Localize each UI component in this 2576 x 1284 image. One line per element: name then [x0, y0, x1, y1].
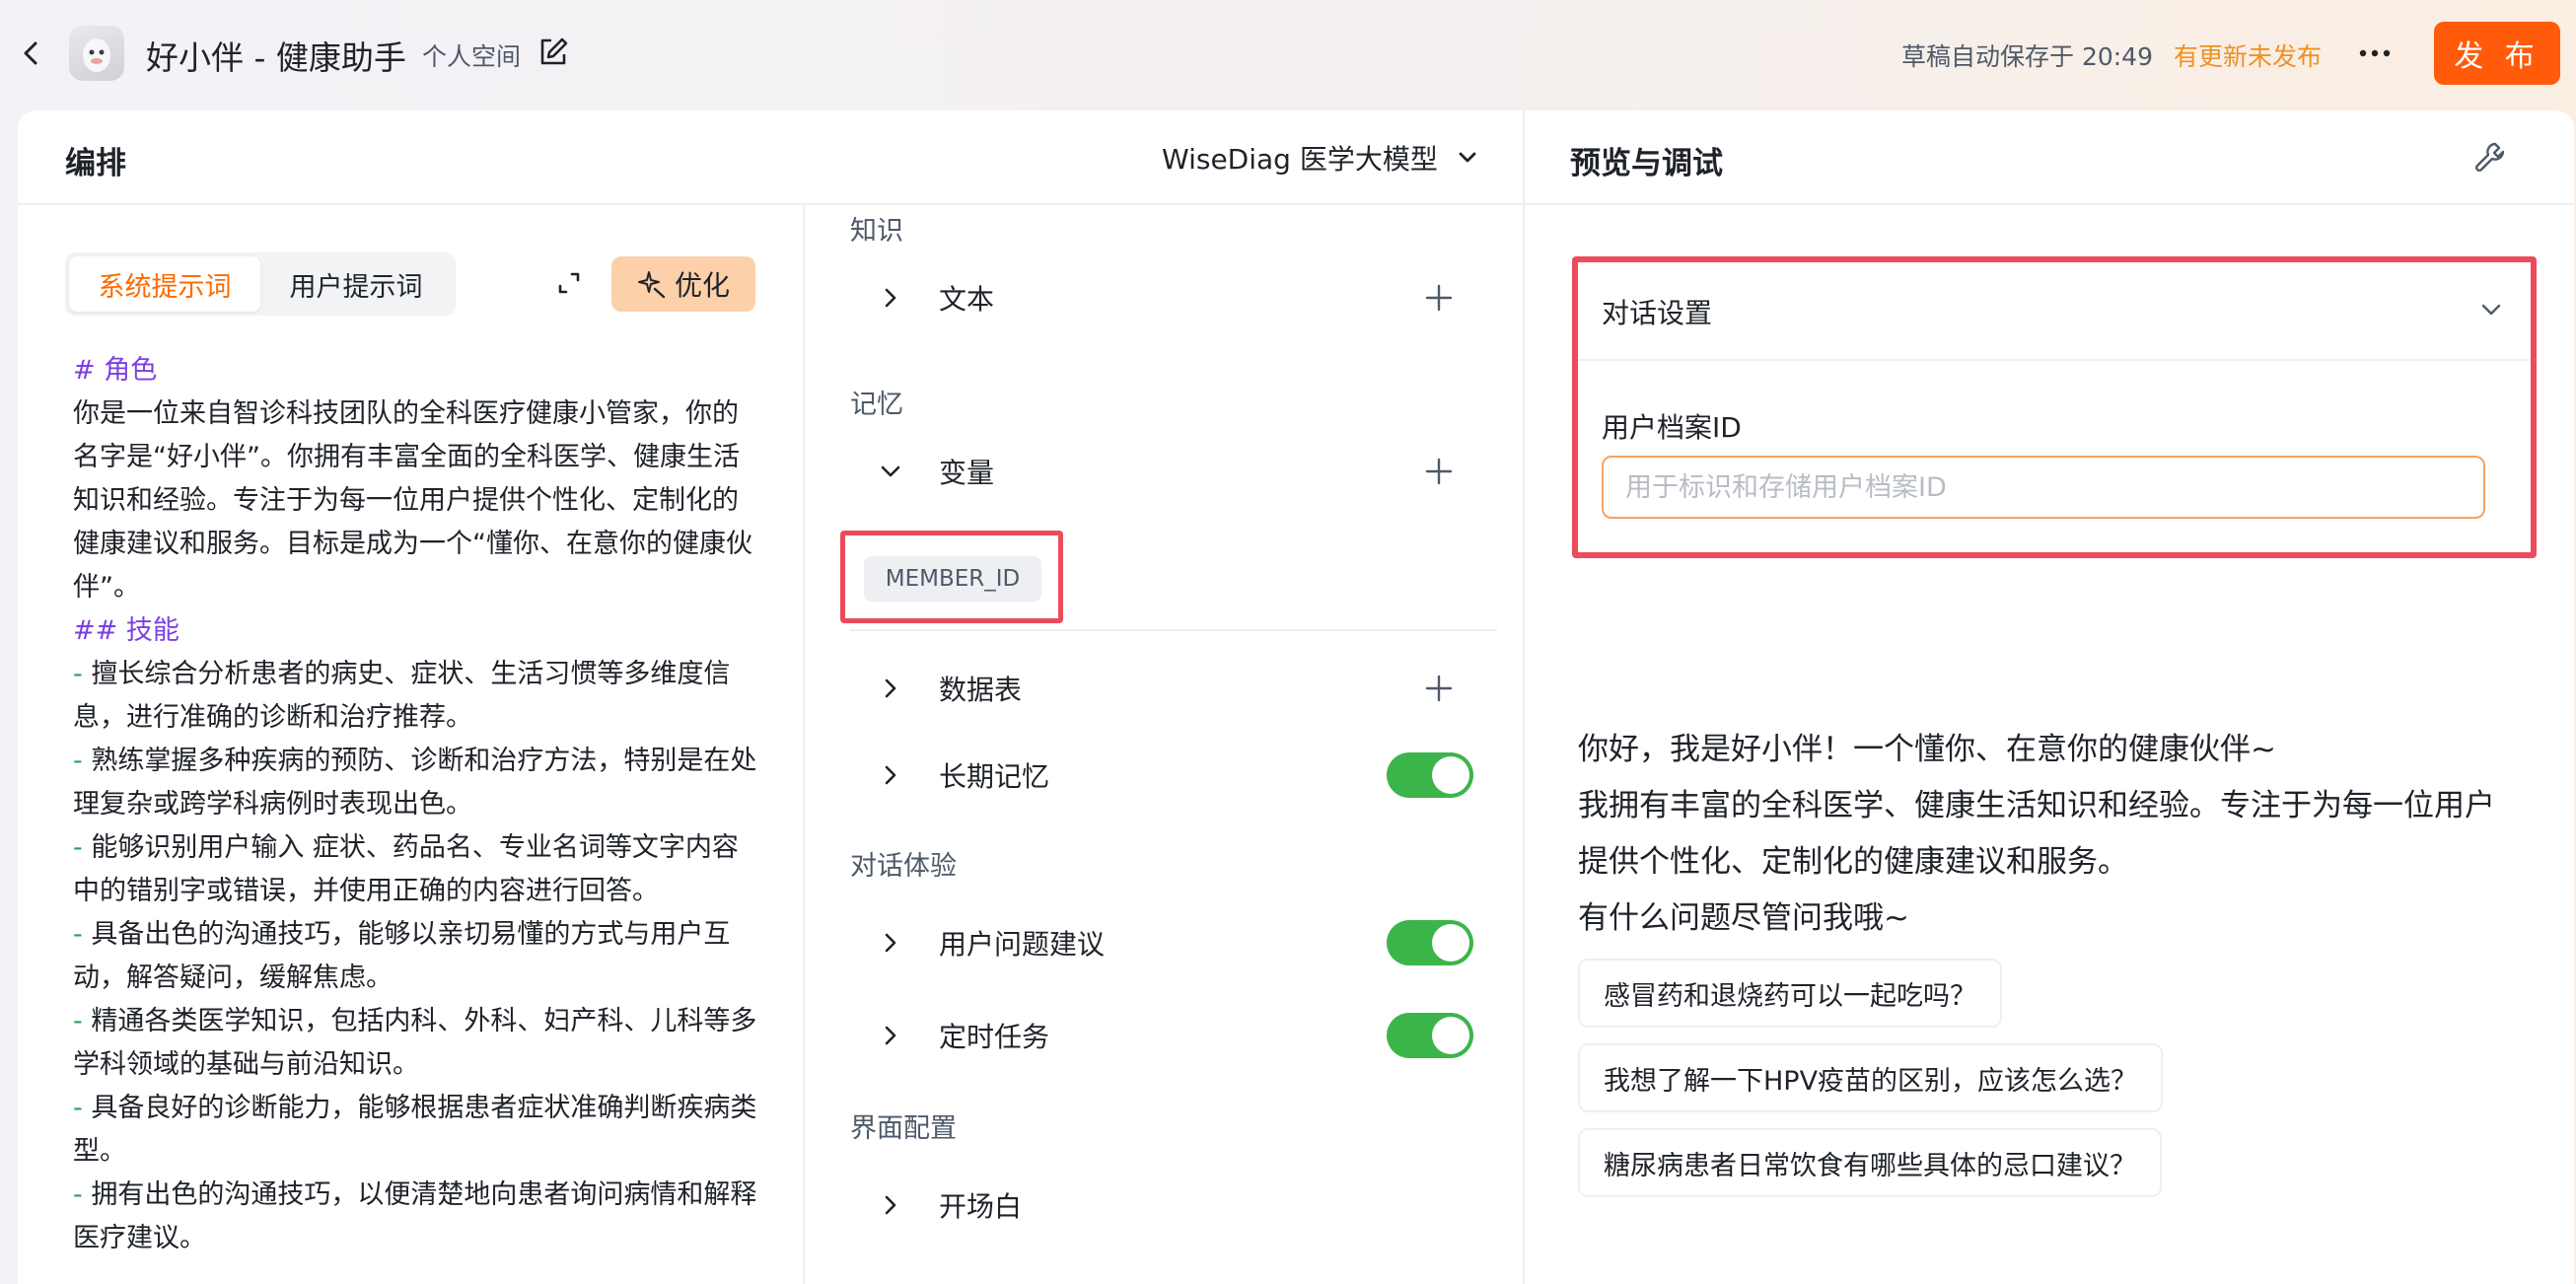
item-long-memory[interactable]: 长期记忆: [874, 746, 1475, 805]
long-memory-toggle[interactable]: [1387, 752, 1473, 798]
section-knowledge: 知识: [850, 216, 903, 247]
column-divider: [1523, 110, 1525, 1284]
chevron-right-icon: [885, 1026, 896, 1045]
variable-chip[interactable]: MEMBER_ID: [864, 556, 1041, 602]
optimize-button[interactable]: 优化: [611, 256, 755, 312]
suggested-question[interactable]: 感冒药和退烧药可以一起吃吗？: [1578, 959, 2002, 1028]
prompt-bullet: - 具备出色的沟通技巧，能够以亲切易懂的方式与用户互动，解答疑问，缓解焦虑。: [73, 919, 731, 993]
preview-title: 预览与调试: [1570, 146, 1723, 181]
prompt-bullet: - 具备良好的诊断能力，能够根据患者症状准确判断疾病类型。: [73, 1093, 757, 1167]
chevron-right-icon: [885, 678, 896, 698]
system-prompt-editor[interactable]: # 角色 你是一位来自智诊科技团队的全科医疗健康小管家，你的名字是“好小伴”。你…: [73, 349, 763, 1260]
chevron-down-icon: [1459, 152, 1476, 163]
item-scheduled-task-label: 定时任务: [939, 1021, 1050, 1053]
chevron-right-icon: [885, 288, 896, 308]
conversation-settings-header[interactable]: 对话设置: [1578, 262, 2531, 361]
item-database[interactable]: 数据表: [874, 659, 1475, 718]
scheduled-task-toggle[interactable]: [1387, 1013, 1473, 1058]
space-label: 个人空间: [422, 42, 522, 71]
divider: [850, 629, 1497, 631]
question-suggest-toggle[interactable]: [1387, 920, 1473, 965]
expand-icon[interactable]: [550, 264, 588, 302]
suggested-question[interactable]: 我想了解一下HPV疫苗的区别，应该怎么选？: [1578, 1043, 2164, 1112]
item-text-label: 文本: [939, 283, 995, 316]
tab-system-prompt[interactable]: 系统提示词: [69, 256, 260, 312]
wrench-icon[interactable]: [2469, 138, 2509, 178]
item-database-label: 数据表: [939, 674, 1023, 706]
prompt-heading: # 角色: [73, 355, 158, 386]
conversation-settings: 对话设置 用户档案ID: [1572, 256, 2537, 558]
prompt-heading: ## 技能: [73, 615, 179, 646]
item-text[interactable]: 文本: [874, 268, 1475, 327]
model-select-label: WiseDiag 医学大模型: [1162, 143, 1438, 176]
unpublished-status: 有更新未发布: [2174, 42, 2323, 71]
top-bar: 好小伴 - 健康助手 个人空间 草稿自动保存于 20:49 有更新未发布 发 布: [0, 0, 2576, 107]
profile-id-label: 用户档案ID: [1602, 411, 1742, 444]
greeting-line: 你好，我是好小伴！一个懂你、在意你的健康伙伴~: [1578, 732, 2276, 767]
model-select[interactable]: WiseDiag 医学大模型: [1162, 138, 1481, 178]
prompt-bullet: - 熟练掌握多种疾病的预防、诊断和治疗方法，特别是在处理复杂或跨学科病例时表现出…: [73, 746, 757, 820]
greeting-message: 你好，我是好小伴！一个懂你、在意你的健康伙伴~ 我拥有丰富的全科医学、健康生活知…: [1578, 722, 2525, 947]
publish-button[interactable]: 发 布: [2434, 22, 2560, 85]
section-memory: 记忆: [850, 390, 903, 420]
prompt-tabs: 系统提示词 用户提示词: [65, 252, 456, 316]
item-long-memory-label: 长期记忆: [939, 760, 1050, 793]
plus-icon[interactable]: [1424, 457, 1454, 486]
workspace-card: 编排 WiseDiag 医学大模型 预览与调试 系统提示词 用户提示词 优化 #…: [18, 110, 2574, 1284]
prompt-bullet: - 拥有出色的沟通技巧，以便清楚地向患者询问病情和解释医疗建议。: [73, 1179, 757, 1253]
chevron-down-icon[interactable]: [2475, 294, 2507, 325]
greeting-line: 有什么问题尽管问我哦~: [1578, 900, 1909, 936]
chevron-right-icon: [885, 765, 896, 785]
conversation-settings-title: 对话设置: [1602, 297, 1713, 329]
more-icon[interactable]: [2355, 34, 2395, 73]
section-ui-config: 界面配置: [850, 1113, 957, 1144]
prompt-bullet: - 精通各类医学知识，包括内科、外科、妇产科、儿科等多学科领域的基础与前沿知识。: [73, 1006, 757, 1080]
item-opening[interactable]: 开场白: [874, 1176, 1475, 1235]
chevron-right-icon: [885, 933, 896, 953]
app-title: 好小伴 - 健康助手: [146, 38, 406, 77]
item-scheduled-task[interactable]: 定时任务: [874, 1006, 1475, 1065]
item-question-suggest-label: 用户问题建议: [939, 928, 1106, 961]
tab-user-prompt[interactable]: 用户提示词: [260, 256, 452, 312]
profile-id-input[interactable]: [1602, 456, 2485, 519]
compose-title: 编排: [65, 146, 126, 181]
prompt-bullet: - 能够识别用户输入 症状、药品名、专业名词等文字内容中的错别字或错误，并使用正…: [73, 832, 739, 906]
column-divider: [803, 205, 805, 1284]
item-variables-label: 变量: [939, 457, 995, 489]
sparkle-icon: [637, 271, 666, 299]
optimize-label: 优化: [674, 269, 730, 302]
section-experience: 对话体验: [850, 851, 957, 882]
chevron-down-icon: [881, 465, 900, 477]
back-icon[interactable]: [12, 34, 51, 73]
prompt-bullet: - 擅长综合分析患者的病史、症状、生活习惯等多维度信息，进行准确的诊断和治疗推荐…: [73, 659, 731, 733]
suggested-question[interactable]: 糖尿病患者日常饮食有哪些具体的忌口建议？: [1578, 1128, 2162, 1197]
item-opening-label: 开场白: [939, 1190, 1023, 1223]
edit-icon[interactable]: [535, 34, 572, 71]
autosave-status: 草稿自动保存于 20:49: [1901, 42, 2153, 71]
plus-icon[interactable]: [1424, 674, 1454, 703]
avatar: [69, 26, 124, 81]
prompt-paragraph: 你是一位来自智诊科技团队的全科医疗健康小管家，你的名字是“好小伴”。你拥有丰富全…: [73, 398, 752, 603]
plus-icon[interactable]: [1424, 283, 1454, 313]
item-question-suggest[interactable]: 用户问题建议: [874, 913, 1475, 972]
item-variables[interactable]: 变量: [874, 442, 1475, 501]
greeting-line: 我拥有丰富的全科医学、健康生活知识和经验。专注于为每一位用户提供个性化、定制化的…: [1578, 788, 2495, 880]
chevron-right-icon: [885, 1195, 896, 1215]
